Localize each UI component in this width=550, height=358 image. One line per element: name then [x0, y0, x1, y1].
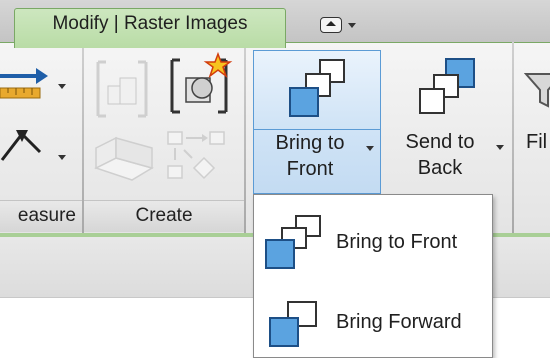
menu-item-bring-to-front[interactable]: Bring to Front	[254, 209, 492, 275]
measure-along-icon[interactable]	[0, 120, 48, 170]
create-assembly-icon[interactable]	[164, 128, 230, 188]
menu-item-bring-forward[interactable]: Bring Forward	[254, 289, 492, 355]
panel-label-measure: easure	[0, 200, 82, 232]
send-to-back-label-line1: Send to	[405, 131, 475, 153]
bring-to-front-icon	[289, 59, 345, 117]
measure-dropdown-caret[interactable]	[58, 84, 66, 89]
send-to-back-icon	[419, 58, 475, 114]
panel-separator	[244, 42, 246, 233]
measure-between-icon[interactable]	[0, 62, 48, 106]
arrange-dropdown-menu: Bring to Front Bring Forward	[253, 194, 493, 358]
filter-label: Fil	[526, 131, 548, 153]
chevron-down-icon[interactable]	[496, 145, 504, 150]
chevron-down-icon[interactable]	[348, 22, 356, 28]
send-to-back-split-button[interactable]: Send to Back	[384, 50, 512, 194]
view-dropdown-icon[interactable]	[320, 17, 342, 33]
chevron-down-icon[interactable]	[366, 146, 374, 151]
bring-to-front-split-button[interactable]: Bring to Front	[253, 50, 381, 194]
create-group-icon[interactable]	[92, 56, 152, 122]
quick-access-toolbar[interactable]	[320, 13, 364, 37]
bring-to-front-button[interactable]	[254, 51, 380, 130]
menu-item-label: Bring to Front	[336, 230, 458, 253]
filter-icon	[524, 73, 550, 108]
measure-tool-dropdown-caret[interactable]	[58, 155, 66, 160]
bring-to-front-label-line1: Bring to	[275, 132, 345, 154]
bring-forward-icon	[269, 301, 317, 347]
create-parts-icon[interactable]	[92, 128, 158, 188]
bring-to-front-label-line2: Front	[286, 158, 334, 180]
send-to-back-label-line2: Back	[417, 157, 463, 179]
filter-button[interactable]: Fil	[518, 50, 550, 194]
bring-to-front-icon	[265, 215, 321, 269]
panel-label-create: Create	[84, 200, 244, 232]
tab-modify-raster-images[interactable]: Modify | Raster Images	[14, 8, 286, 48]
panel-separator	[512, 42, 514, 233]
create-similar-icon[interactable]	[164, 50, 236, 120]
menu-item-label: Bring Forward	[336, 310, 462, 333]
